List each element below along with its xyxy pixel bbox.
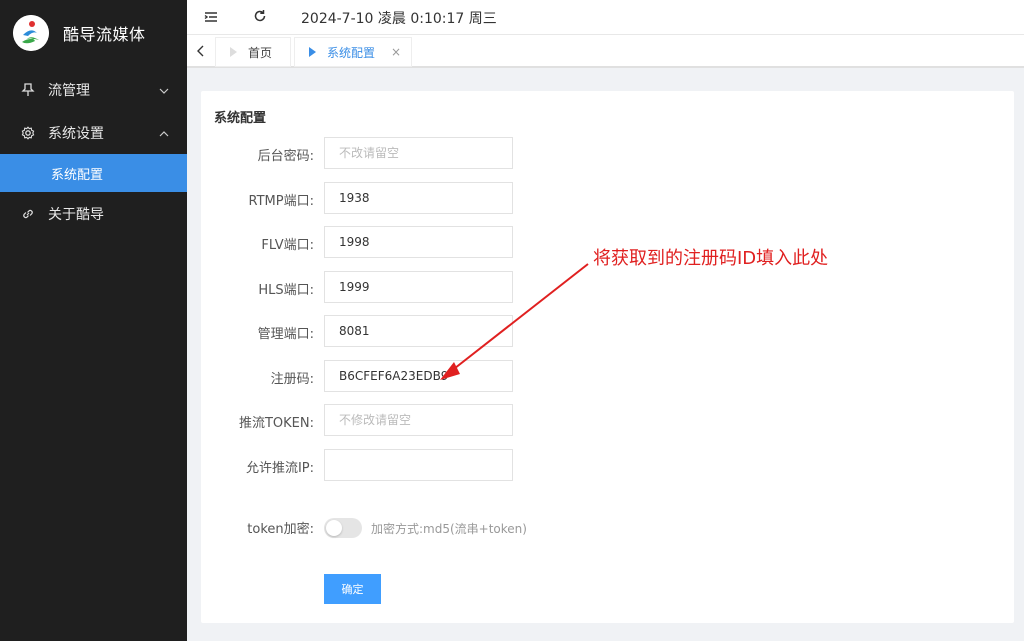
form-row-hls-port: HLS端口: 1999 (201, 271, 601, 303)
field-label: HLS端口: (258, 283, 314, 298)
gear-icon (20, 125, 36, 140)
tab-system-config[interactable]: 系统配置 × (294, 37, 412, 67)
tab-marker-icon (230, 47, 237, 57)
flv-port-input[interactable]: 1998 (324, 226, 513, 258)
hls-port-input[interactable]: 1999 (324, 271, 513, 303)
form-row-admin-password: 后台密码: 不改请留空 (201, 137, 601, 169)
sidebar-item-about[interactable]: 关于酷导 (0, 192, 187, 235)
form-row-rtmp-port: RTMP端口: 1938 (201, 182, 601, 214)
toggle-knob (326, 520, 342, 536)
tab-bar: 首页 系统配置 × (187, 34, 1024, 68)
chevron-down-icon (159, 82, 169, 98)
annotation-text: 将获取到的注册码ID填入此处 (593, 248, 829, 269)
form-row-admin-port: 管理端口: 8081 (201, 315, 601, 347)
app-logo (13, 15, 49, 51)
sidebar-item-label: 关于酷导 (48, 206, 104, 223)
allowed-push-ip-input[interactable] (324, 449, 513, 481)
pin-icon (20, 82, 36, 97)
field-label: RTMP端口: (248, 194, 314, 209)
admin-port-input[interactable]: 8081 (324, 315, 513, 347)
form-row-allowed-push-ip: 允许推流IP: (201, 449, 601, 481)
toggle-hint: 加密方式:md5(流串+token) (371, 521, 527, 536)
sidebar-item-label: 流管理 (48, 82, 90, 99)
field-label: 允许推流IP: (245, 461, 314, 476)
tab-label: 系统配置 (327, 45, 376, 60)
current-datetime: 2024-7-10 凌晨 0:10:17 周三 (301, 11, 497, 27)
tab-marker-icon (309, 47, 316, 57)
sidebar-item-system-config[interactable]: 系统配置 (0, 154, 187, 192)
sidebar-item-stream-management[interactable]: 流管理 (0, 68, 187, 111)
form-row-flv-port: FLV端口: 1998 (201, 226, 601, 258)
registration-code-input[interactable]: B6CFEF6A23EDB9 (324, 360, 513, 392)
config-card: 系统配置 后台密码: 不改请留空 RTMP端口: 1938 FLV端口: 199… (201, 91, 1014, 623)
link-icon (20, 207, 36, 221)
refresh-icon[interactable] (250, 6, 270, 26)
logo-area: 酷导流媒体 (0, 0, 187, 66)
rtmp-port-input[interactable]: 1938 (324, 182, 513, 214)
token-encrypt-row: 加密方式:md5(流串+token) (324, 518, 527, 538)
field-label: 推流TOKEN: (238, 416, 314, 431)
field-label: 注册码: (270, 372, 314, 387)
form-row-registration-code: 注册码: B6CFEF6A23EDB9 (201, 360, 601, 392)
sidebar-item-system-settings[interactable]: 系统设置 (0, 111, 187, 154)
close-icon[interactable]: × (391, 45, 401, 59)
sidebar: 酷导流媒体 流管理 系统设置 系统配置 关于酷导 (0, 0, 187, 641)
chevron-up-icon (159, 125, 169, 141)
tab-home[interactable]: 首页 (215, 37, 291, 67)
sidebar-item-label: 系统设置 (48, 125, 104, 142)
top-header: 2024-7-10 凌晨 0:10:17 周三 (187, 0, 1024, 34)
field-label: 后台密码: (257, 149, 314, 164)
field-label: FLV端口: (261, 238, 314, 253)
field-label: 管理端口: (257, 327, 314, 342)
app-title: 酷导流媒体 (63, 25, 146, 44)
token-encrypt-toggle[interactable] (324, 518, 362, 538)
token-encrypt-label: token加密: (247, 522, 314, 537)
menu-toggle-icon[interactable] (201, 7, 221, 27)
form-row-push-token: 推流TOKEN: 不修改请留空 (201, 404, 601, 436)
tab-label: 首页 (248, 45, 273, 60)
page-title: 系统配置 (214, 111, 267, 126)
submit-button[interactable]: 确定 (324, 574, 381, 604)
chevron-left-icon[interactable] (190, 39, 212, 63)
admin-password-input[interactable]: 不改请留空 (324, 137, 513, 169)
push-token-input[interactable]: 不修改请留空 (324, 404, 513, 436)
sidebar-item-label: 系统配置 (51, 167, 104, 183)
